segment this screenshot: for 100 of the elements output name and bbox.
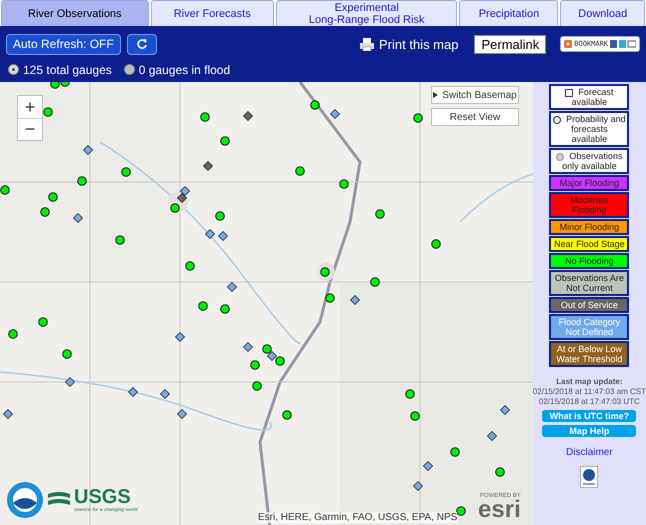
gauge-marker-icon[interactable] [3, 409, 13, 419]
legend-item: Observations only available [549, 148, 630, 174]
gauge-marker-icon[interactable] [500, 405, 510, 415]
gauge-marker-icon[interactable] [456, 506, 466, 516]
gauge-marker-icon[interactable] [250, 360, 260, 370]
plus-icon [564, 40, 572, 48]
gauge-marker-icon[interactable] [203, 161, 213, 171]
gauge-marker-icon[interactable] [275, 356, 285, 366]
gauge-marker-icon[interactable] [215, 211, 225, 221]
radio-button[interactable] [8, 64, 19, 75]
kml-file-icon [580, 466, 598, 488]
esri-logo-text: esri [478, 499, 521, 521]
triangle-icon [433, 92, 438, 98]
refresh-button[interactable] [126, 34, 157, 54]
legend-item: At or Below Low Water Threshold [549, 341, 630, 367]
gauge-marker-icon[interactable] [325, 293, 335, 303]
gauge-marker-icon[interactable] [350, 295, 360, 305]
gauge-marker-icon[interactable] [330, 109, 340, 119]
noaa-logo-icon [6, 481, 44, 519]
gauge-marker-icon[interactable] [160, 389, 170, 399]
gauge-marker-icon[interactable] [413, 481, 423, 491]
gauge-marker-icon[interactable] [200, 112, 210, 122]
gauge-marker-icon[interactable] [413, 113, 423, 123]
gauge-marker-icon[interactable] [38, 317, 48, 327]
gauge-marker-icon[interactable] [185, 261, 195, 271]
legend-item: Forecast available [549, 84, 630, 110]
gauge-marker-icon[interactable] [198, 301, 208, 311]
share-icons-drawing [610, 40, 636, 48]
legend-item: Moderate Flooding [549, 192, 630, 218]
gauge-marker-icon[interactable] [295, 166, 305, 176]
gauge-marker-icon[interactable] [405, 389, 415, 399]
filter-label: 0 gauges in flood [138, 62, 230, 76]
gauge-marker-icon[interactable] [77, 176, 87, 186]
legend-item: Major Flooding [549, 175, 630, 191]
legend-item: Probability and forecasts available [549, 111, 630, 147]
update-time: 02/15/2018 at 17:47:03 UTC [538, 397, 641, 407]
gauge-marker-icon[interactable] [115, 235, 125, 245]
gauge-marker-icon[interactable] [262, 344, 272, 354]
update-title: Last map update: [555, 377, 624, 387]
gauge-marker-icon[interactable] [495, 467, 505, 477]
gauge-marker-icon[interactable] [423, 461, 433, 471]
legend-item: Flood Category Not Defined [549, 314, 630, 340]
tab[interactable]: River Forecasts [150, 0, 274, 26]
gauge-marker-icon[interactable] [375, 209, 385, 219]
gauge-marker-icon[interactable] [243, 111, 253, 121]
gauge-marker-icon[interactable] [220, 136, 230, 146]
gauge-marker-icon[interactable] [65, 377, 75, 387]
tab[interactable]: Precipitation [459, 0, 558, 26]
legend-item: Near Flood Stage [549, 236, 630, 252]
gauge-marker-icon[interactable] [180, 186, 190, 196]
gauge-marker-icon[interactable] [431, 239, 441, 249]
gauge-marker-icon[interactable] [73, 213, 83, 223]
disclaimer-link[interactable]: Disclaimer [566, 447, 613, 458]
gauge-marker-icon[interactable] [370, 277, 380, 287]
gauge-marker-icon[interactable] [243, 342, 253, 352]
gauge-marker-icon[interactable] [62, 349, 72, 359]
permalink-button[interactable]: Permalink [474, 34, 546, 54]
gauge-marker-icon[interactable] [267, 351, 277, 361]
gauge-marker-icon[interactable] [218, 231, 228, 241]
switch-basemap-button[interactable]: Switch Basemap [431, 86, 519, 104]
map-attribution: Esri, HERE, Garmin, FAO, USGS, EPA, NPS [258, 512, 458, 523]
gauge-marker-icon[interactable] [320, 267, 330, 277]
tab[interactable]: River Observations [1, 0, 149, 26]
auto-refresh-button[interactable]: Auto Refresh: OFF [6, 34, 121, 54]
gauge-marker-icon[interactable] [227, 282, 237, 292]
gauge-marker-icon[interactable] [310, 100, 320, 110]
gauge-marker-icon[interactable] [8, 329, 18, 339]
legend-item: No Flooding [549, 253, 630, 269]
legend-item: Minor Flooding [549, 219, 630, 235]
gauge-marker-icon[interactable] [128, 387, 138, 397]
gauge-marker-icon[interactable] [48, 192, 58, 202]
gauge-marker-icon[interactable] [410, 411, 420, 421]
gauge-marker-icon[interactable] [252, 381, 262, 391]
refresh-icon [136, 38, 148, 50]
gauge-marker-icon[interactable] [0, 185, 10, 195]
filter-label: 125 total gauges [23, 62, 112, 76]
printer-icon [360, 38, 374, 50]
gauge-marker-icon[interactable] [220, 304, 230, 314]
gauge-marker-icon[interactable] [282, 410, 292, 420]
gauge-marker-icon[interactable] [40, 207, 50, 217]
tab[interactable]: Experimental Long-Range Flood Risk [276, 0, 458, 26]
radio-button[interactable] [124, 64, 135, 75]
gauge-marker-icon[interactable] [170, 203, 180, 213]
gauge-marker-icon[interactable] [487, 431, 497, 441]
gauge-marker-icon[interactable] [50, 82, 60, 89]
gauge-marker-icon[interactable] [121, 167, 131, 177]
gauge-marker-icon[interactable] [450, 447, 460, 457]
gauge-marker-icon[interactable] [177, 193, 187, 203]
gauge-marker-icon[interactable] [177, 409, 187, 419]
gauge-marker-icon[interactable] [339, 179, 349, 189]
gauge-marker-icon[interactable] [83, 145, 93, 155]
gauge-marker-icon[interactable] [205, 229, 215, 239]
gauge-marker-icon[interactable] [175, 332, 185, 342]
update-time: 02/15/2018 at 11:47:03 am CST [532, 387, 646, 397]
legend-item: Out of Service [549, 297, 630, 313]
tab[interactable]: Download [560, 0, 645, 26]
gauge-marker-icon[interactable] [43, 107, 53, 117]
print-link[interactable]: Print this map [360, 36, 458, 52]
reset-view-button[interactable]: Reset View [431, 108, 519, 126]
usgs-logo-text: USGS [74, 487, 131, 507]
